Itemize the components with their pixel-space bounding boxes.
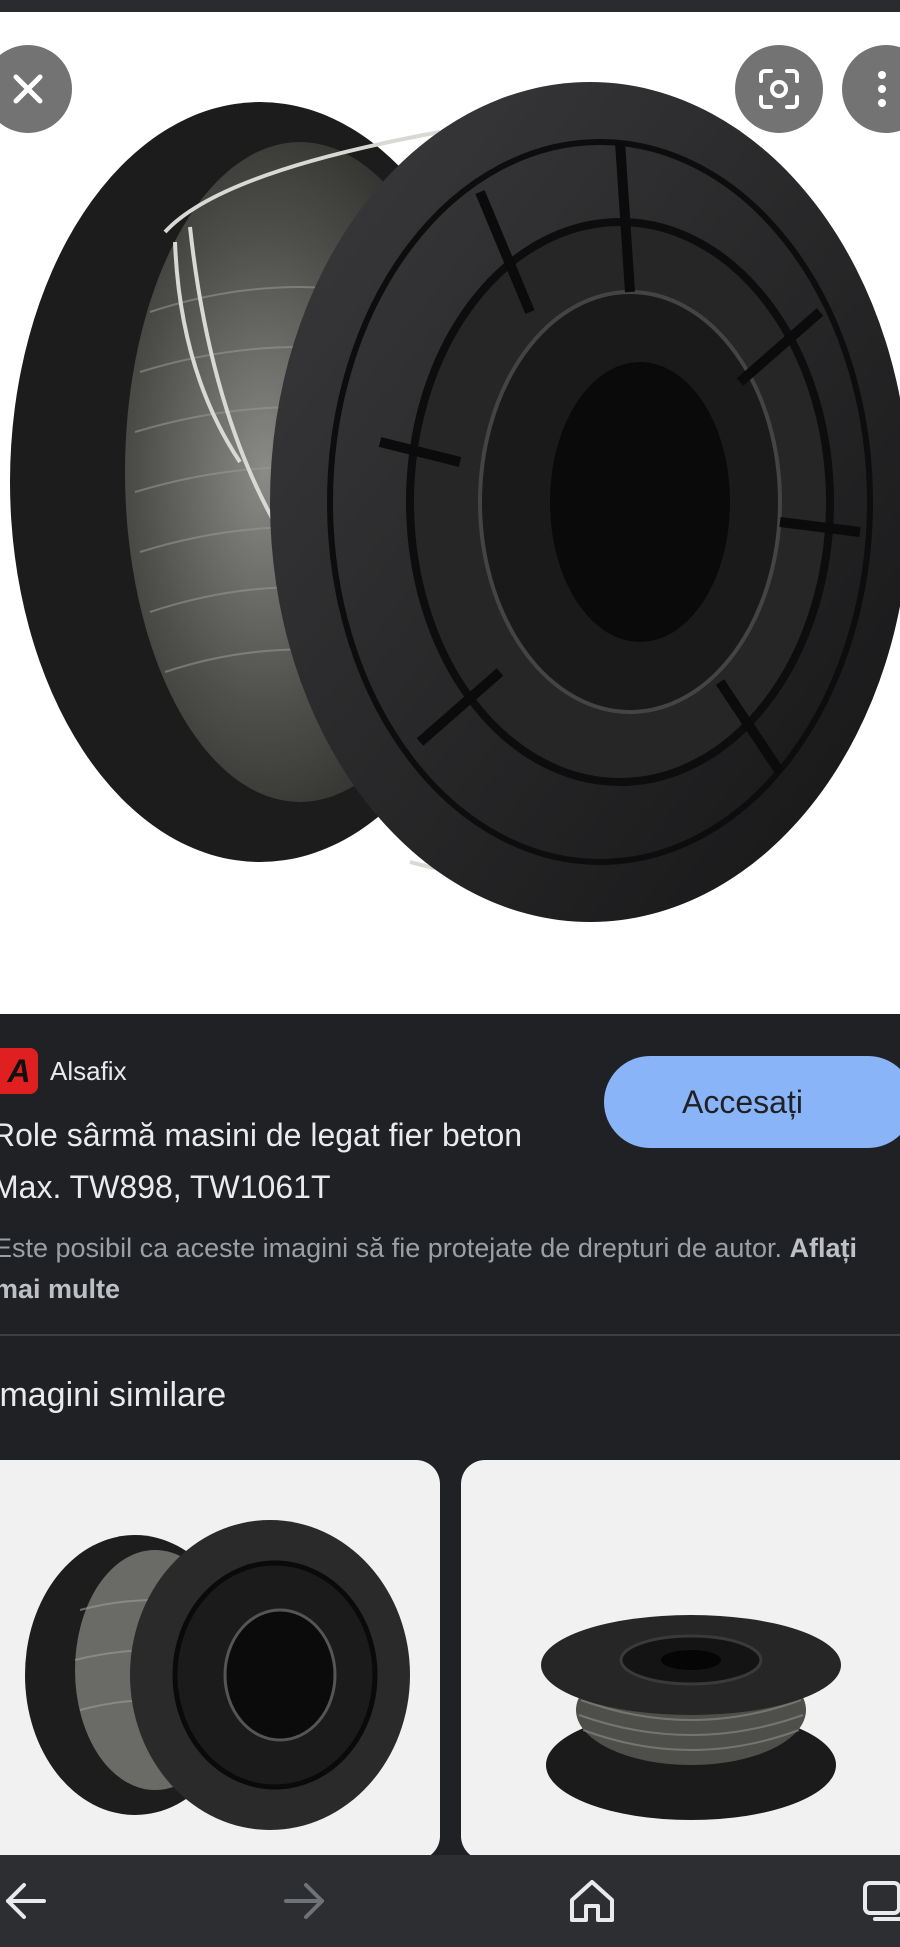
source-logo: A [0,1048,38,1094]
tabs-button[interactable] [840,1855,900,1947]
similar-image-1 [25,1520,410,1830]
source-row[interactable]: A Alsafix [0,1046,127,1096]
similar-image-2 [541,1615,841,1820]
lens-button[interactable] [735,45,823,133]
wire-spool-image [10,82,900,922]
copyright-text: Este posibil ca aceste imagini să fie pr… [0,1233,782,1263]
status-bar-strip [0,0,900,12]
arrow-forward-icon [284,1883,324,1919]
divider [0,1334,900,1336]
source-name: Alsafix [50,1055,127,1086]
similar-images-heading: Imagini similare [0,1376,227,1414]
bottom-navigation-bar [0,1855,900,1947]
copyright-notice: Este posibil ca aceste imagini să fie pr… [0,1228,874,1310]
more-vertical-icon [878,71,886,107]
close-icon [13,74,43,104]
source-logo-letter: A [7,1052,31,1089]
arrow-back-icon [6,1883,46,1919]
tabs-icon [863,1881,900,1921]
lens-icon [759,69,799,109]
home-button[interactable] [547,1855,637,1947]
forward-button[interactable] [260,1855,350,1947]
result-title[interactable]: Role sârmă masini de legat fier beton Ma… [0,1109,552,1213]
main-image[interactable] [0,12,900,1014]
similar-image-thumb-1[interactable] [0,1460,440,1860]
visit-button[interactable]: Accesați [604,1056,900,1148]
similar-image-thumb-2[interactable] [461,1460,900,1860]
image-viewer-page: A Alsafix Accesați Role sârmă masini de … [0,0,900,1947]
back-button[interactable] [0,1855,70,1947]
home-icon [570,1880,614,1922]
